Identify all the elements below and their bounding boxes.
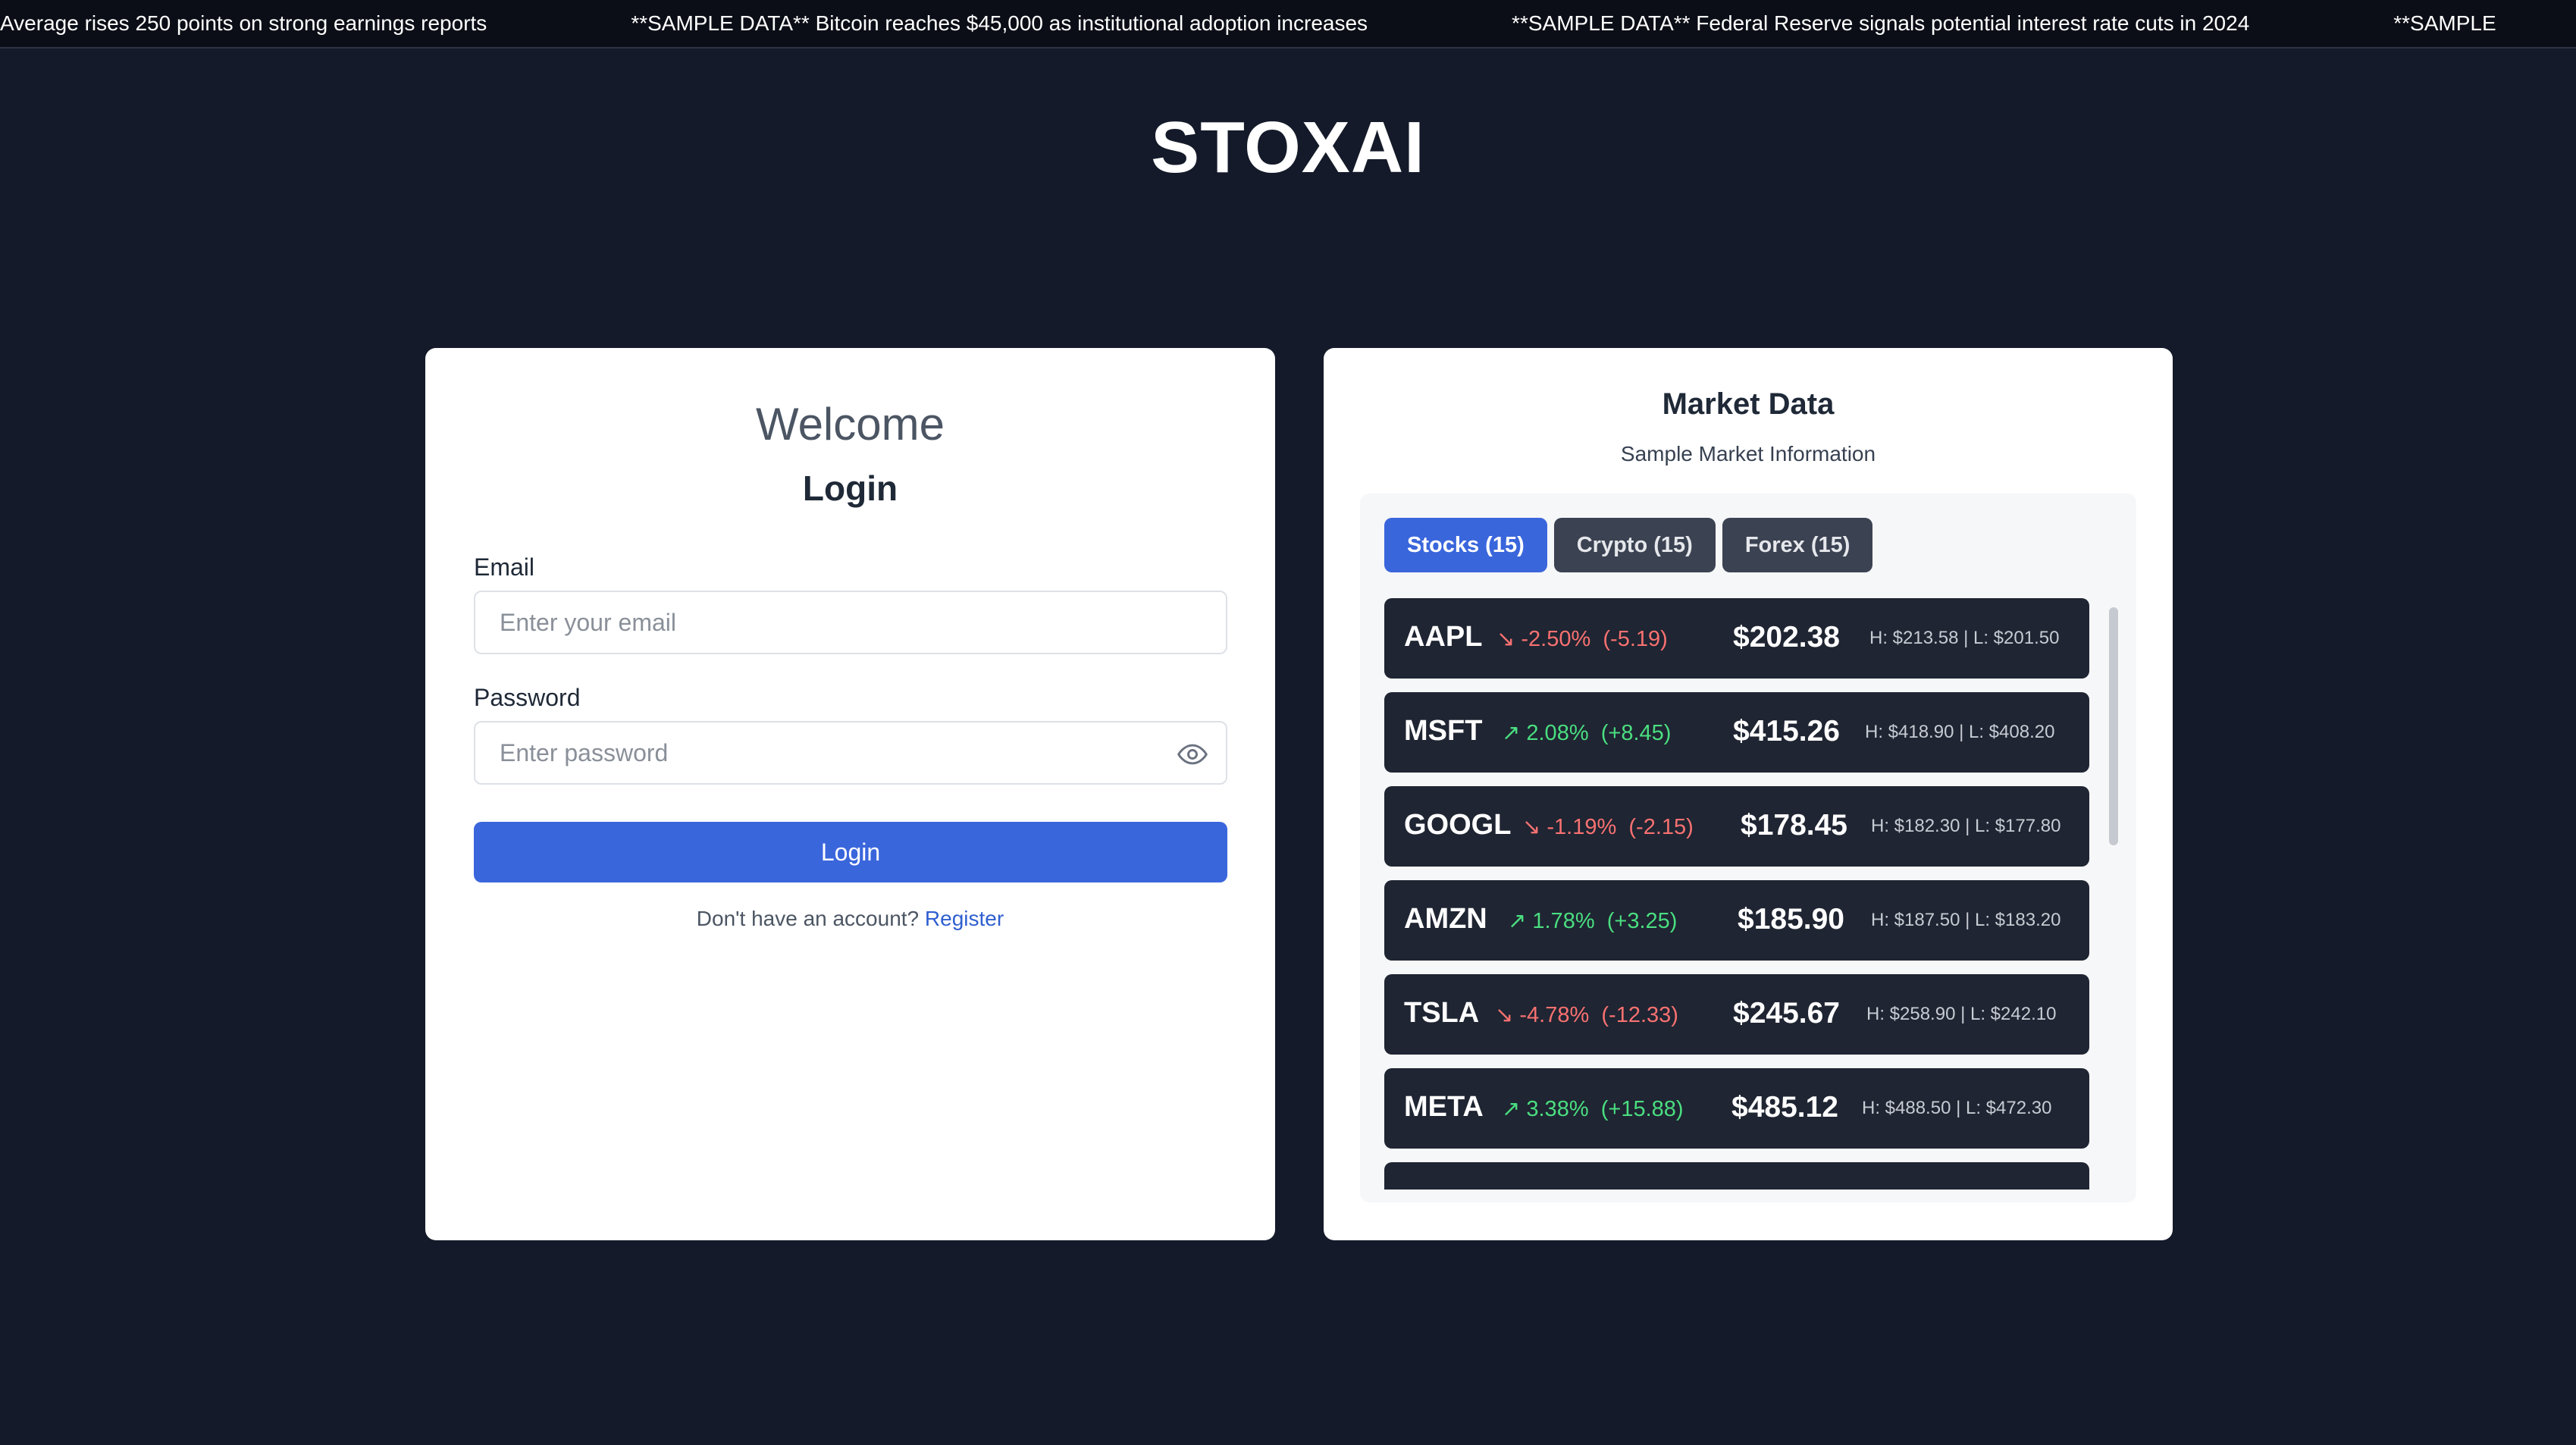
tab-stocks[interactable]: Stocks (15) bbox=[1384, 518, 1547, 572]
trend-up-icon: ↗ bbox=[1508, 909, 1527, 933]
row-change-amount: (-2.15) bbox=[1628, 815, 1694, 839]
eye-icon[interactable] bbox=[1176, 738, 1209, 771]
brand-title: STOXAI bbox=[1151, 107, 1425, 188]
market-row-msft[interactable]: MSFT ↗ 2.08% (+8.45) $415.26 H: $418.90 … bbox=[1384, 692, 2089, 773]
row-high-low: H: $182.30 | L: $177.80 bbox=[1871, 816, 2061, 836]
email-field[interactable] bbox=[500, 608, 1152, 637]
trend-down-icon: ↘ bbox=[1495, 1003, 1514, 1027]
welcome-heading: Welcome bbox=[756, 399, 945, 450]
row-symbol: META bbox=[1404, 1091, 1484, 1123]
market-panel: Stocks (15) Crypto (15) Forex (15) AAPL … bbox=[1360, 494, 2136, 1202]
password-field-wrapper bbox=[474, 721, 1227, 785]
password-label: Password bbox=[474, 684, 581, 711]
row-high-low: H: $418.90 | L: $408.20 bbox=[1865, 722, 2055, 742]
login-button[interactable]: Login bbox=[474, 822, 1227, 882]
row-price: $245.67 bbox=[1733, 997, 1840, 1030]
row-change: ↘ -2.50% (-5.19) bbox=[1496, 625, 1668, 652]
password-field[interactable] bbox=[500, 738, 1152, 767]
row-percent: -1.19% bbox=[1547, 815, 1617, 839]
row-change-amount: (+15.88) bbox=[1600, 1097, 1684, 1121]
row-change: ↗ 2.08% (+8.45) bbox=[1502, 719, 1671, 746]
ticker-item: Average rises 250 points on strong earni… bbox=[0, 11, 487, 35]
login-heading: Login bbox=[802, 469, 898, 508]
market-data-title: Market Data bbox=[1662, 387, 1835, 421]
market-row-googl[interactable]: GOOGL ↘ -1.19% (-2.15) $178.45 H: $182.3… bbox=[1384, 786, 2089, 867]
ticker-item: **SAMPLE DATA** Bitcoin reaches $45,000 … bbox=[631, 11, 1368, 35]
row-percent: 2.08% bbox=[1526, 721, 1589, 745]
row-percent: 3.38% bbox=[1526, 1097, 1589, 1121]
row-price: $178.45 bbox=[1741, 809, 1847, 842]
register-prompt-line: Don't have an account? Register bbox=[425, 907, 1275, 931]
trend-down-icon: ↘ bbox=[1522, 815, 1541, 839]
market-list[interactable]: AAPL ↘ -2.50% (-5.19) $202.38 H: $213.58… bbox=[1384, 598, 2089, 1190]
row-price: $415.26 bbox=[1733, 715, 1840, 748]
news-ticker: Average rises 250 points on strong earni… bbox=[0, 0, 2576, 49]
row-change: ↗ 3.38% (+15.88) bbox=[1502, 1096, 1684, 1122]
row-change: ↗ 1.78% (+3.25) bbox=[1508, 907, 1677, 934]
email-label: Email bbox=[474, 553, 535, 581]
market-list-scrollbar[interactable] bbox=[2109, 607, 2118, 1191]
ticker-item: **SAMPLE DATA** Federal Reserve signals … bbox=[1512, 11, 2250, 35]
tab-crypto[interactable]: Crypto (15) bbox=[1553, 518, 1716, 572]
row-symbol: GOOGL bbox=[1404, 809, 1512, 841]
market-row-tsla[interactable]: TSLA ↘ -4.78% (-12.33) $245.67 H: $258.9… bbox=[1384, 974, 2089, 1055]
row-change-amount: (-12.33) bbox=[1601, 1003, 1678, 1027]
row-symbol: MSFT bbox=[1404, 715, 1483, 747]
row-change-amount: (+8.45) bbox=[1600, 721, 1672, 745]
market-row-amzn[interactable]: AMZN ↗ 1.78% (+3.25) $185.90 H: $187.50 … bbox=[1384, 880, 2089, 961]
tab-forex[interactable]: Forex (15) bbox=[1722, 518, 1873, 572]
row-percent: -4.78% bbox=[1519, 1003, 1590, 1027]
row-symbol: AMZN bbox=[1404, 903, 1487, 935]
row-price: $485.12 bbox=[1731, 1091, 1838, 1124]
trend-up-icon: ↗ bbox=[1502, 1097, 1521, 1121]
row-percent: -2.50% bbox=[1521, 627, 1591, 651]
market-tabs: Stocks (15) Crypto (15) Forex (15) bbox=[1384, 518, 1873, 572]
login-card: Welcome Login Email Password Login Don't… bbox=[425, 348, 1275, 1240]
row-change: ↘ -4.78% (-12.33) bbox=[1495, 1001, 1678, 1028]
row-high-low: H: $187.50 | L: $183.20 bbox=[1871, 910, 2061, 930]
row-percent: 1.78% bbox=[1532, 909, 1595, 933]
register-link[interactable]: Register bbox=[925, 907, 1004, 930]
row-high-low: H: $258.90 | L: $242.10 bbox=[1866, 1004, 2057, 1024]
row-change: ↘ -1.19% (-2.15) bbox=[1522, 813, 1694, 840]
row-symbol: AAPL bbox=[1404, 621, 1483, 653]
scrollbar-thumb[interactable] bbox=[2109, 607, 2118, 845]
register-prompt: Don't have an account? bbox=[696, 907, 920, 930]
row-price: $202.38 bbox=[1733, 621, 1840, 654]
market-data-subtitle: Sample Market Information bbox=[1620, 442, 1876, 465]
market-row-meta[interactable]: META ↗ 3.38% (+15.88) $485.12 H: $488.50… bbox=[1384, 1068, 2089, 1149]
trend-down-icon: ↘ bbox=[1496, 627, 1515, 651]
row-change-amount: (+3.25) bbox=[1606, 909, 1678, 933]
row-high-low: H: $213.58 | L: $201.50 bbox=[1869, 628, 2060, 648]
row-high-low: H: $488.50 | L: $472.30 bbox=[1862, 1098, 2052, 1118]
row-symbol: TSLA bbox=[1404, 997, 1480, 1029]
ticker-track: Average rises 250 points on strong earni… bbox=[0, 0, 2576, 47]
ticker-item: **SAMPLE bbox=[2393, 11, 2496, 35]
row-change-amount: (-5.19) bbox=[1603, 627, 1668, 651]
row-price: $185.90 bbox=[1738, 903, 1844, 936]
email-field-wrapper bbox=[474, 591, 1227, 654]
trend-up-icon: ↗ bbox=[1502, 721, 1521, 745]
market-row-aapl[interactable]: AAPL ↘ -2.50% (-5.19) $202.38 H: $213.58… bbox=[1384, 598, 2089, 679]
market-data-card: Market Data Sample Market Information St… bbox=[1324, 348, 2173, 1240]
market-row-partial[interactable] bbox=[1384, 1162, 2089, 1190]
